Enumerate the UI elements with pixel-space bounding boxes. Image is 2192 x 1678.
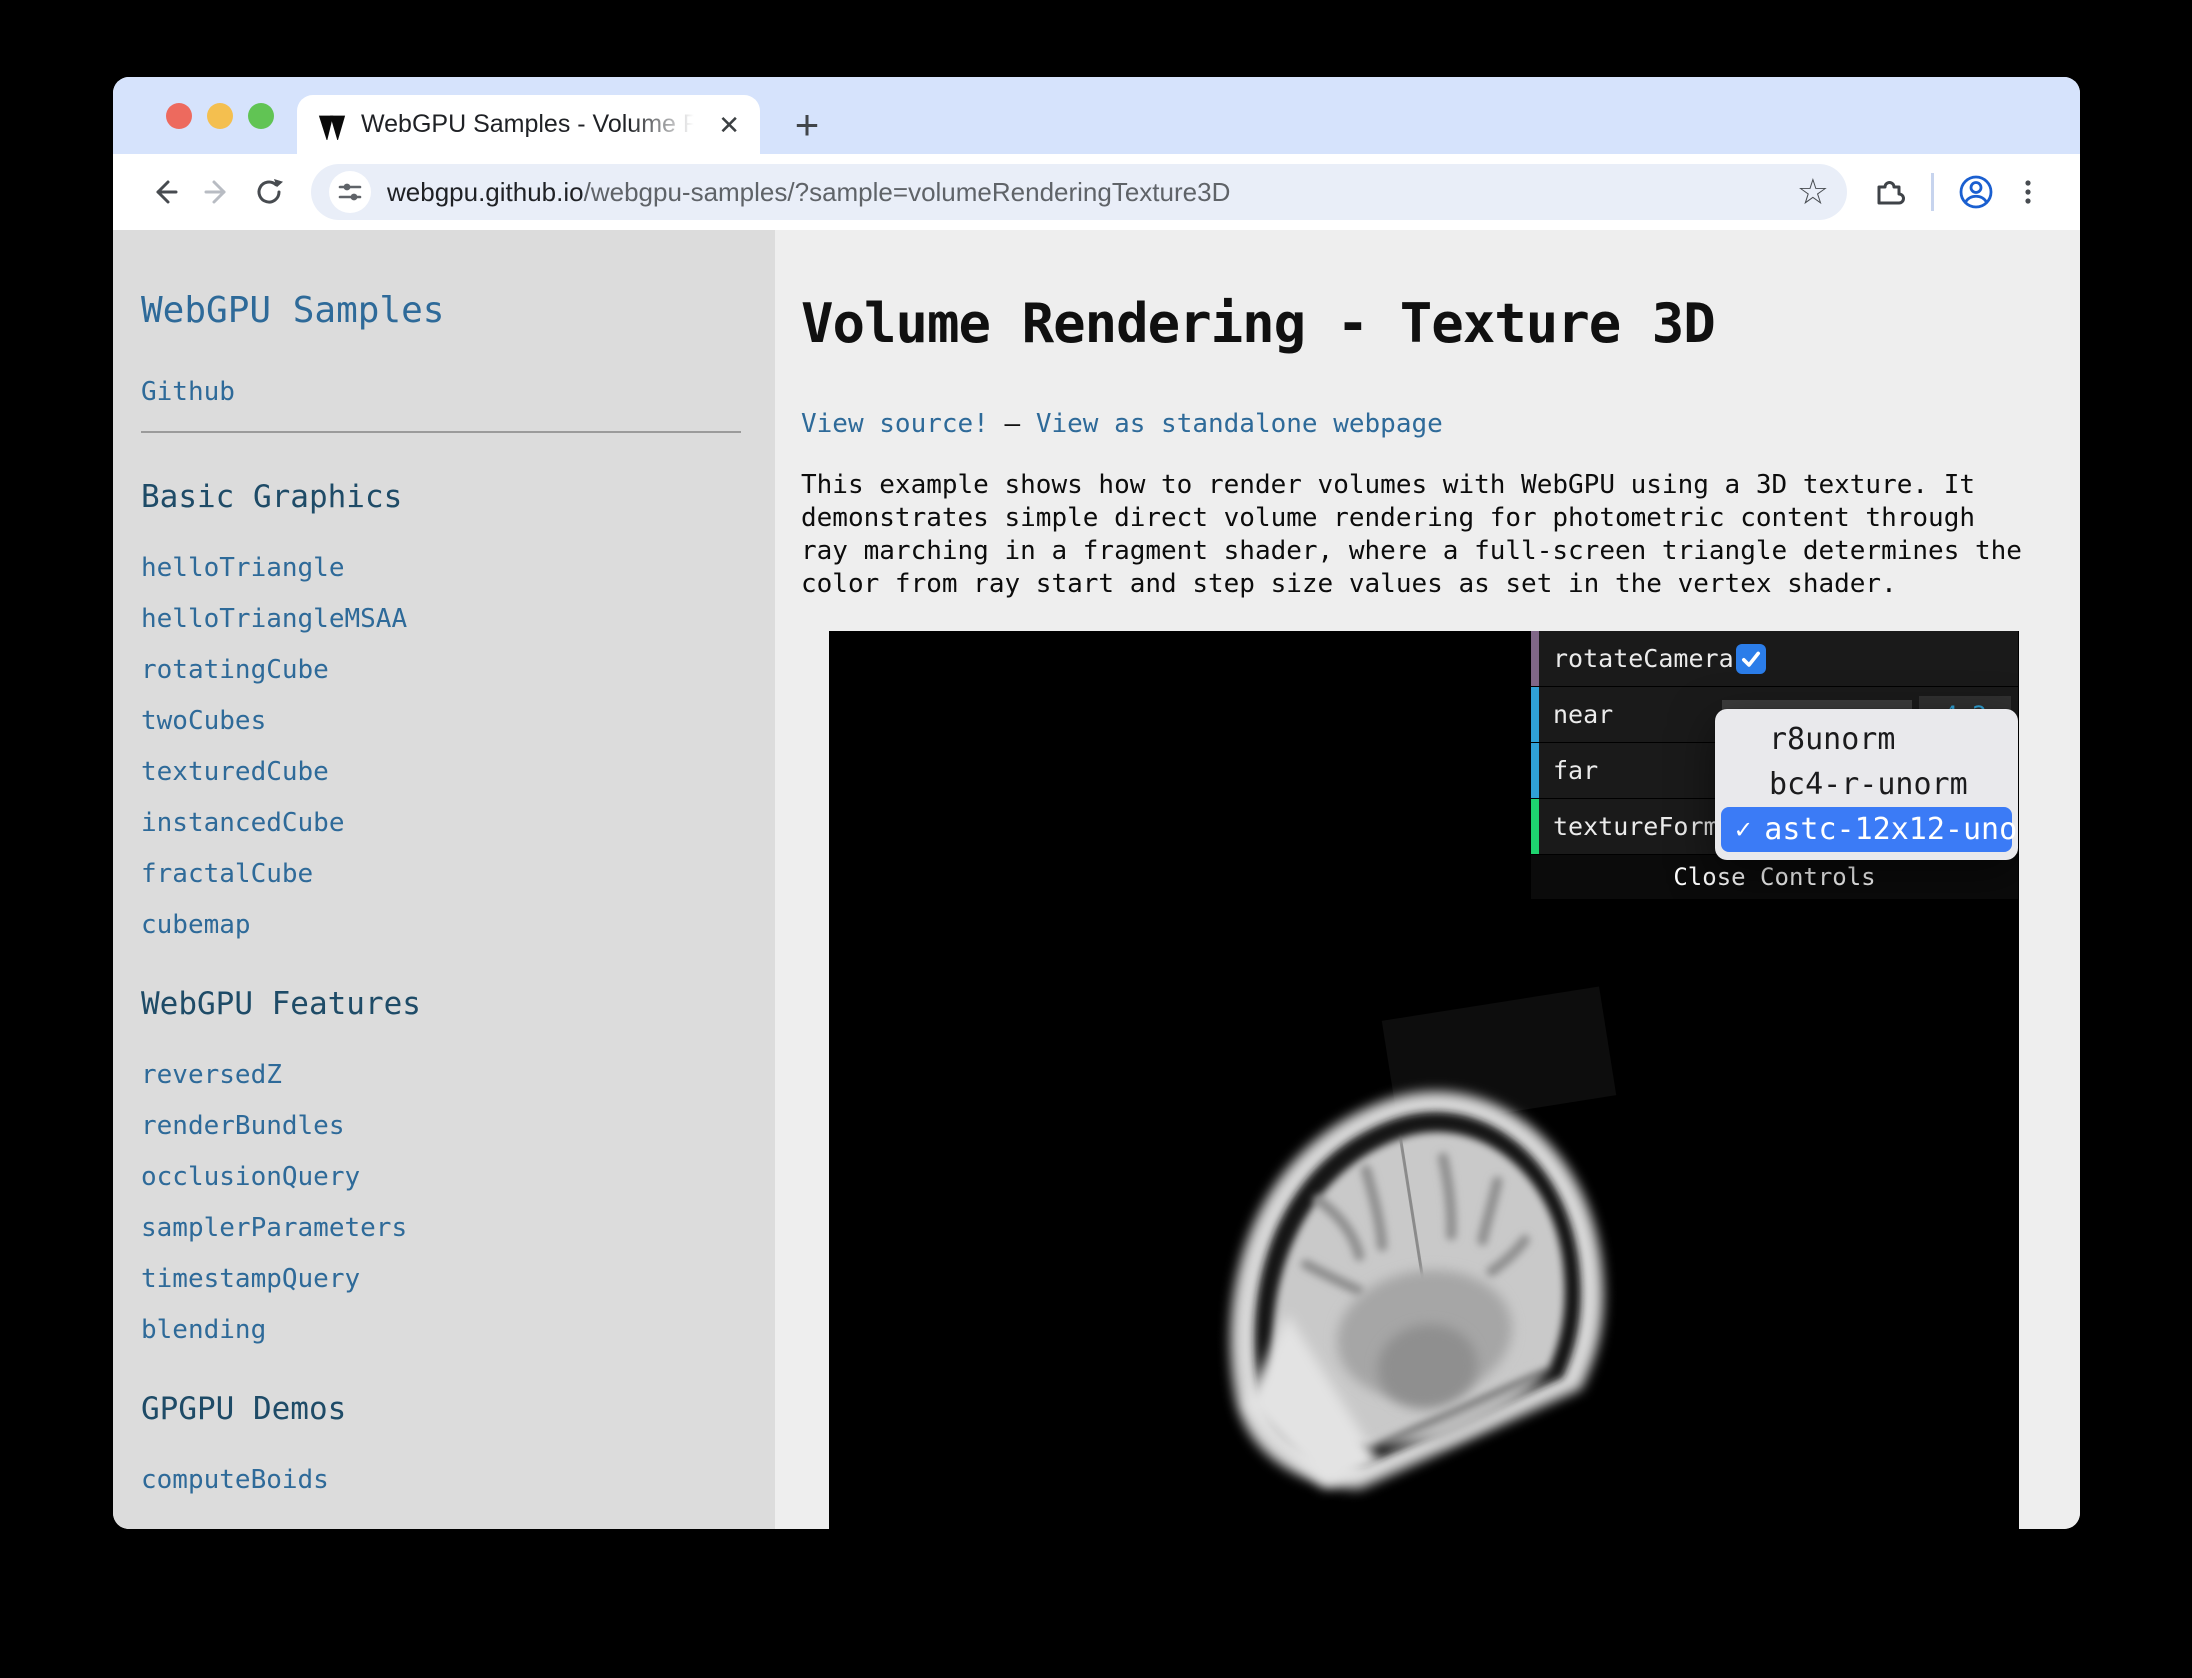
browser-window: WebGPU Samples - Volume R ✕ + [113,77,2080,1529]
link-separator: – [1005,409,1021,439]
view-source-link[interactable]: View source! [801,409,989,439]
browser-menu-button[interactable] [2002,166,2054,218]
sidebar-item-fractalCube[interactable]: fractalCube [141,859,745,889]
url-host: webgpu.github.io [387,177,584,207]
sidebar-item-cubemap[interactable]: cubemap [141,910,745,940]
extensions-button[interactable] [1863,166,1915,218]
page-content: WebGPU Samples Github Basic Graphics hel… [113,230,2080,1529]
sample-description: This example shows how to render volumes… [801,469,2026,601]
gui-label-near: near [1553,700,1613,729]
close-window-button[interactable] [166,103,192,129]
section-heading-webgpu-features: WebGPU Features [141,986,745,1022]
sidebar-title: WebGPU Samples [141,290,745,331]
toolbar-separator [1931,173,1934,211]
new-tab-button[interactable]: + [781,99,833,151]
dropdown-option-r8unorm[interactable]: r8unorm [1721,717,2012,762]
forward-arrow-icon [200,175,234,209]
site-settings-icon[interactable] [329,171,371,213]
gui-label-rotateCamera: rotateCamera [1553,644,1734,673]
number-accent-stripe [1531,743,1539,798]
profile-button[interactable] [1950,166,2002,218]
close-tab-icon[interactable]: ✕ [718,112,740,138]
reload-button[interactable] [243,166,295,218]
webgpu-canvas[interactable]: rotateCamera near 4.2 [829,631,2019,1529]
url-bar[interactable]: webgpu.github.io/webgpu-samples/?sample=… [311,164,1847,220]
forward-button[interactable] [191,166,243,218]
sidebar-item-helloTriangle[interactable]: helloTriangle [141,553,745,583]
sidebar-item-blending[interactable]: blending [141,1315,745,1345]
sample-links-row: View source! – View as standalone webpag… [801,409,2080,439]
standalone-webpage-link[interactable]: View as standalone webpage [1036,409,1443,439]
bookmark-star-icon[interactable]: ☆ [1797,171,1829,213]
boolean-accent-stripe [1531,631,1539,686]
section-heading-basic-graphics: Basic Graphics [141,479,745,515]
sample-main: Volume Rendering - Texture 3D View sourc… [775,230,2080,1529]
sidebar-item-instancedCube[interactable]: instancedCube [141,808,745,838]
browser-tab[interactable]: WebGPU Samples - Volume R ✕ [297,95,760,154]
section-heading-gpgpu-demos: GPGPU Demos [141,1391,745,1427]
dropdown-option-astc-12x12-unorm[interactable]: ✓ astc-12x12-unorm [1721,807,2012,852]
sidebar-item-texturedCube[interactable]: texturedCube [141,757,745,787]
url-text[interactable]: webgpu.github.io/webgpu-samples/?sample=… [387,177,1787,208]
sidebar-item-computeBoids[interactable]: computeBoids [141,1465,745,1495]
checkmark-icon [1739,647,1763,671]
browser-toolbar: webgpu.github.io/webgpu-samples/?sample=… [113,154,2080,230]
gui-label-far: far [1553,756,1598,785]
zoom-window-button[interactable] [248,103,274,129]
sidebar-item-renderBundles[interactable]: renderBundles [141,1111,745,1141]
minimize-window-button[interactable] [207,103,233,129]
sidebar-item-timestampQuery[interactable]: timestampQuery [141,1264,745,1294]
github-link[interactable]: Github [141,377,235,407]
gui-row-rotateCamera[interactable]: rotateCamera [1531,631,2018,687]
texture-format-dropdown: r8unorm bc4-r-unorm ✓ astc-12x12-unorm [1715,709,2018,860]
close-controls-button[interactable]: Close Controls [1531,855,2018,899]
sidebar-item-rotatingCube[interactable]: rotatingCube [141,655,745,685]
tab-strip: WebGPU Samples - Volume R ✕ + [113,77,2080,154]
samples-sidebar: WebGPU Samples Github Basic Graphics hel… [113,230,775,1529]
sidebar-item-helloTriangleMSAA[interactable]: helloTriangleMSAA [141,604,745,634]
sidebar-item-twoCubes[interactable]: twoCubes [141,706,745,736]
brain-mri-render [1132,1037,1680,1527]
sidebar-item-reversedZ[interactable]: reversedZ [141,1060,745,1090]
page-title: Volume Rendering - Texture 3D [801,292,2080,355]
option-accent-stripe [1531,799,1539,854]
sidebar-item-samplerParameters[interactable]: samplerParameters [141,1213,745,1243]
url-path: /webgpu-samples/?sample=volumeRenderingT… [584,177,1231,207]
back-button[interactable] [139,166,191,218]
dropdown-option-label: astc-12x12-unorm [1764,812,2019,847]
number-accent-stripe [1531,687,1539,742]
rotateCamera-checkbox[interactable] [1736,644,1766,674]
profile-avatar-icon [1957,173,1995,211]
back-arrow-icon [148,175,182,209]
tab-title: WebGPU Samples - Volume R [361,110,704,139]
extensions-puzzle-icon [1871,174,1907,210]
dropdown-option-bc4-r-unorm[interactable]: bc4-r-unorm [1721,762,2012,807]
reload-icon [252,175,286,209]
sidebar-item-occlusionQuery[interactable]: occlusionQuery [141,1162,745,1192]
traffic-lights [166,103,274,129]
selected-check-icon: ✓ [1735,814,1751,845]
webgpu-favicon-icon [317,110,347,140]
sidebar-divider [141,431,741,433]
three-dot-menu-icon [2011,175,2045,209]
